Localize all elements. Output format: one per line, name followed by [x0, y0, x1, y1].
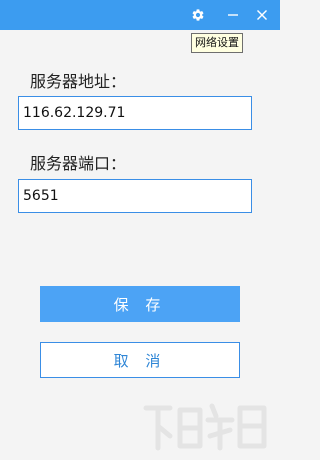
minimize-button[interactable]	[219, 0, 247, 30]
settings-button[interactable]	[184, 0, 212, 30]
watermark-logo	[143, 403, 267, 451]
close-button[interactable]	[248, 0, 276, 30]
server-port-input[interactable]	[18, 179, 252, 213]
settings-tooltip: 网络设置	[191, 33, 243, 53]
server-address-label: 服务器地址：	[30, 72, 127, 91]
server-port-label: 服务器端口：	[30, 154, 127, 173]
save-button[interactable]: 保 存	[40, 286, 240, 322]
cancel-button[interactable]: 取 消	[40, 342, 240, 378]
close-icon	[257, 10, 267, 20]
title-bar	[0, 0, 280, 30]
minimize-icon	[228, 14, 238, 16]
server-address-input[interactable]	[18, 96, 252, 130]
gear-icon	[192, 9, 204, 21]
